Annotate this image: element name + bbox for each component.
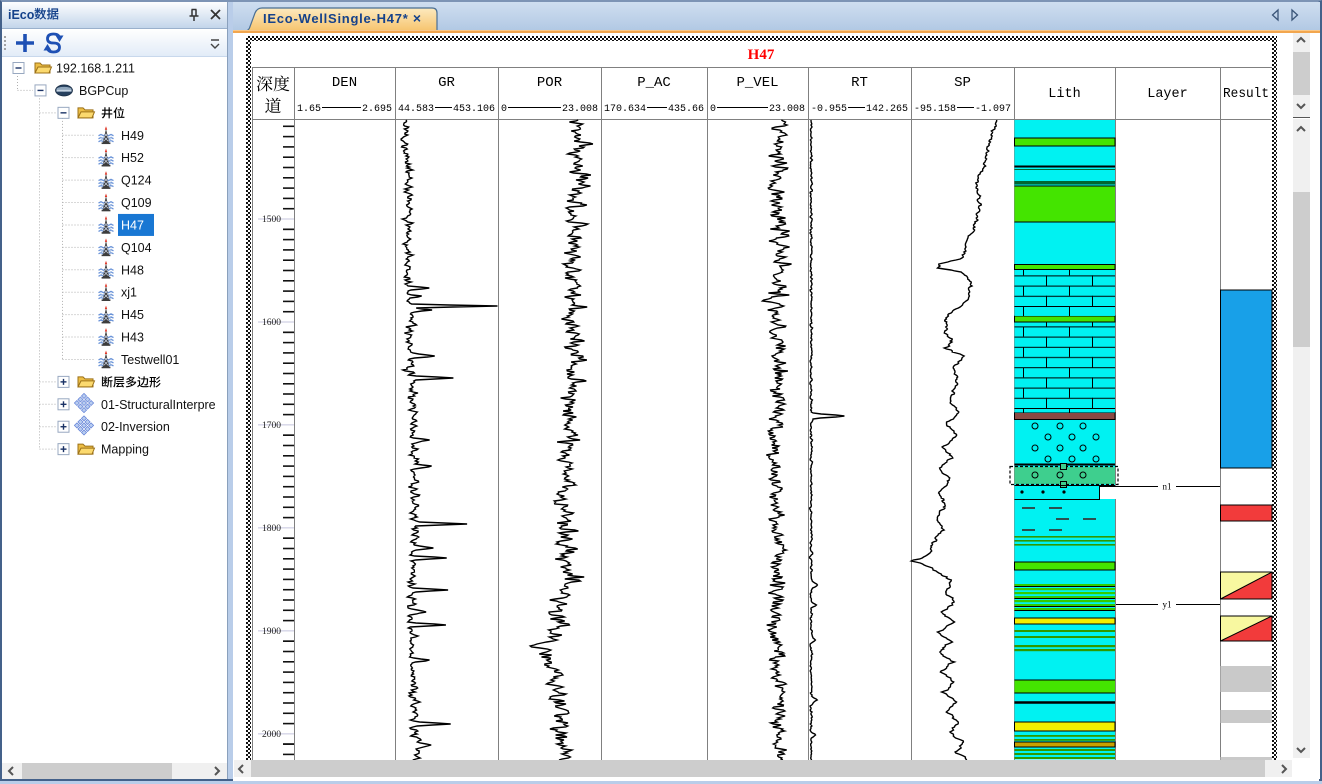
svg-text:0: 0 [501,104,507,115]
svg-text:192.168.1.211: 192.168.1.211 [56,62,135,76]
svg-text:H48: H48 [121,263,144,277]
svg-text:GR: GR [438,75,455,91]
svg-text:02-Inversion: 02-Inversion [101,420,170,434]
svg-text:1700: 1700 [262,421,281,431]
svg-text:H45: H45 [121,308,144,322]
svg-text:44.583: 44.583 [398,104,434,115]
svg-text:-95.158: -95.158 [914,104,956,115]
svg-text:01-StructuralInterpre: 01-StructuralInterpre [101,398,216,412]
svg-text:Q109: Q109 [121,196,152,210]
svg-text:H43: H43 [121,331,144,345]
svg-text:2.695: 2.695 [362,104,392,115]
svg-text:1500: 1500 [262,215,281,225]
svg-text:23.008: 23.008 [562,104,598,115]
svg-text:xj1: xj1 [121,286,137,300]
svg-text:453.106: 453.106 [453,104,495,115]
svg-text:Mapping: Mapping [101,443,149,457]
svg-text:DEN: DEN [332,75,357,91]
svg-text:-0.955: -0.955 [811,104,847,115]
svg-text:H47: H47 [748,47,775,63]
svg-text:y1: y1 [1163,600,1172,610]
svg-text:23.008: 23.008 [769,104,805,115]
svg-text:142.265: 142.265 [866,104,908,115]
svg-text:Testwell01: Testwell01 [121,353,179,367]
svg-text:BGPCup: BGPCup [79,84,128,98]
svg-text:170.634: 170.634 [604,104,646,115]
svg-text:1900: 1900 [262,627,281,637]
svg-text:1.65: 1.65 [297,104,321,115]
svg-text:SP: SP [954,75,971,91]
svg-text:n1: n1 [1163,482,1172,492]
svg-text:P_VEL: P_VEL [736,75,778,91]
svg-text:Q124: Q124 [121,174,152,188]
svg-text:Lith: Lith [1048,87,1080,102]
svg-text:1600: 1600 [262,318,281,328]
svg-text:H52: H52 [121,151,144,165]
svg-text:435.66: 435.66 [668,104,704,115]
svg-text:POR: POR [537,75,563,91]
svg-text:Layer: Layer [1147,87,1188,102]
svg-text:H49: H49 [121,129,144,143]
svg-text:RT: RT [851,75,868,91]
svg-text:P_AC: P_AC [637,75,671,91]
svg-text:0: 0 [710,104,716,115]
svg-text:2000: 2000 [262,730,281,740]
svg-text:-1.097: -1.097 [975,104,1011,115]
svg-text:1800: 1800 [262,524,281,534]
svg-text:H47: H47 [121,218,144,232]
svg-text:Result: Result [1223,87,1269,102]
svg-text:Q104: Q104 [121,241,152,255]
